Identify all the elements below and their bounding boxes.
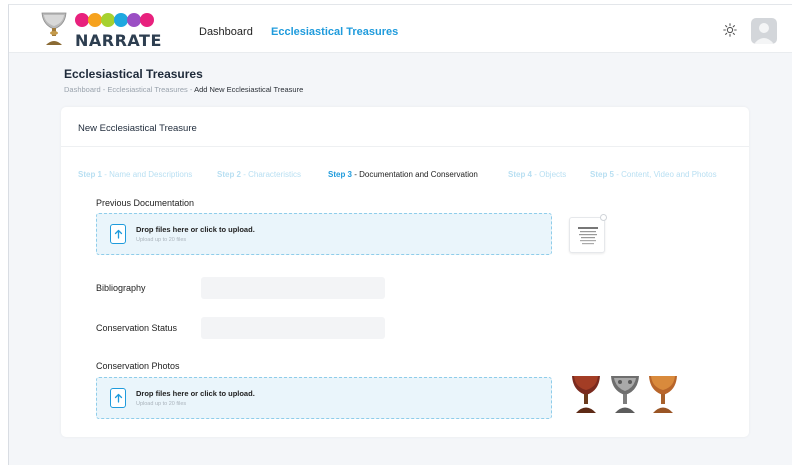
sun-icon[interactable] xyxy=(723,23,737,37)
conservation-photos-dropzone[interactable]: Drop files here or click to upload. Uplo… xyxy=(96,377,552,419)
uploaded-document-thumbnail[interactable] xyxy=(569,217,605,253)
brand-name[interactable]: NARRATE xyxy=(75,31,162,50)
nav-dashboard[interactable]: Dashboard xyxy=(199,26,253,38)
step-1-label: - Name and Descriptions xyxy=(102,170,193,179)
step-5[interactable]: Step 5 - Content, Video and Photos xyxy=(590,170,717,179)
upload-icon xyxy=(110,224,126,244)
step-2[interactable]: Step 2 - Characteristics xyxy=(217,170,301,179)
step-2-label: - Characteristics xyxy=(241,170,302,179)
breadcrumb-current: Add New Ecclesiastical Treasure xyxy=(194,85,304,94)
form-title: New Ecclesiastical Treasure xyxy=(78,123,197,134)
upload-icon xyxy=(110,388,126,408)
step-3-active[interactable]: Step 3 - Documentation and Conservation xyxy=(328,170,478,179)
app-window: NARRATE Dashboard Ecclesiastical Treasur… xyxy=(8,4,792,465)
form-card: New Ecclesiastical Treasure Step 1 - Nam… xyxy=(61,107,749,437)
document-preview-icon xyxy=(578,227,598,245)
breadcrumb-links[interactable]: Dashboard - Ecclesiastical Treasures - xyxy=(64,85,194,94)
user-avatar-icon xyxy=(754,23,774,44)
step-3-label: - Documentation and Conservation xyxy=(352,170,478,179)
dropzone-title: Drop files here or click to upload. xyxy=(136,389,255,398)
step-4[interactable]: Step 4 - Objects xyxy=(508,170,566,179)
breadcrumb: Dashboard - Ecclesiastical Treasures - A… xyxy=(64,85,303,94)
step-4-label: - Objects xyxy=(532,170,567,179)
step-1[interactable]: Step 1 - Name and Descriptions xyxy=(78,170,192,179)
top-navbar: NARRATE Dashboard Ecclesiastical Treasur… xyxy=(9,5,792,53)
user-avatar[interactable] xyxy=(751,18,777,44)
conservation-status-label: Conservation Status xyxy=(96,323,178,333)
chalice-photo-silver[interactable] xyxy=(608,373,642,415)
page-title: Ecclesiastical Treasures xyxy=(64,67,203,81)
bibliography-input[interactable] xyxy=(201,277,385,299)
conservation-status-input[interactable] xyxy=(201,317,385,339)
form-card-header: New Ecclesiastical Treasure xyxy=(61,107,749,147)
nav-ecclesiastical-treasures[interactable]: Ecclesiastical Treasures xyxy=(271,26,398,38)
previous-documentation-dropzone[interactable]: Drop files here or click to upload. Uplo… xyxy=(96,213,552,255)
dropzone-subtitle: Upload up to 20 files xyxy=(136,237,187,243)
dropzone-subtitle: Upload up to 20 files xyxy=(136,401,187,407)
step-2-number: Step 2 xyxy=(217,170,242,179)
chalice-photo-red[interactable] xyxy=(569,373,603,415)
chalice-photo-gold[interactable] xyxy=(646,373,680,415)
dropzone-title: Drop files here or click to upload. xyxy=(136,225,255,234)
step-5-label: - Content, Video and Photos xyxy=(614,170,717,179)
previous-documentation-label: Previous Documentation xyxy=(96,198,195,208)
step-4-number: Step 4 xyxy=(508,170,533,179)
step-1-number: Step 1 xyxy=(78,170,103,179)
conservation-photos-label: Conservation Photos xyxy=(96,361,180,371)
bibliography-label: Bibliography xyxy=(96,283,146,293)
remove-file-icon[interactable] xyxy=(600,214,607,221)
chalice-logo-icon xyxy=(41,12,67,45)
step-5-number: Step 5 xyxy=(590,170,615,179)
step-3-number: Step 3 xyxy=(328,170,353,179)
brand-dots xyxy=(75,13,154,27)
